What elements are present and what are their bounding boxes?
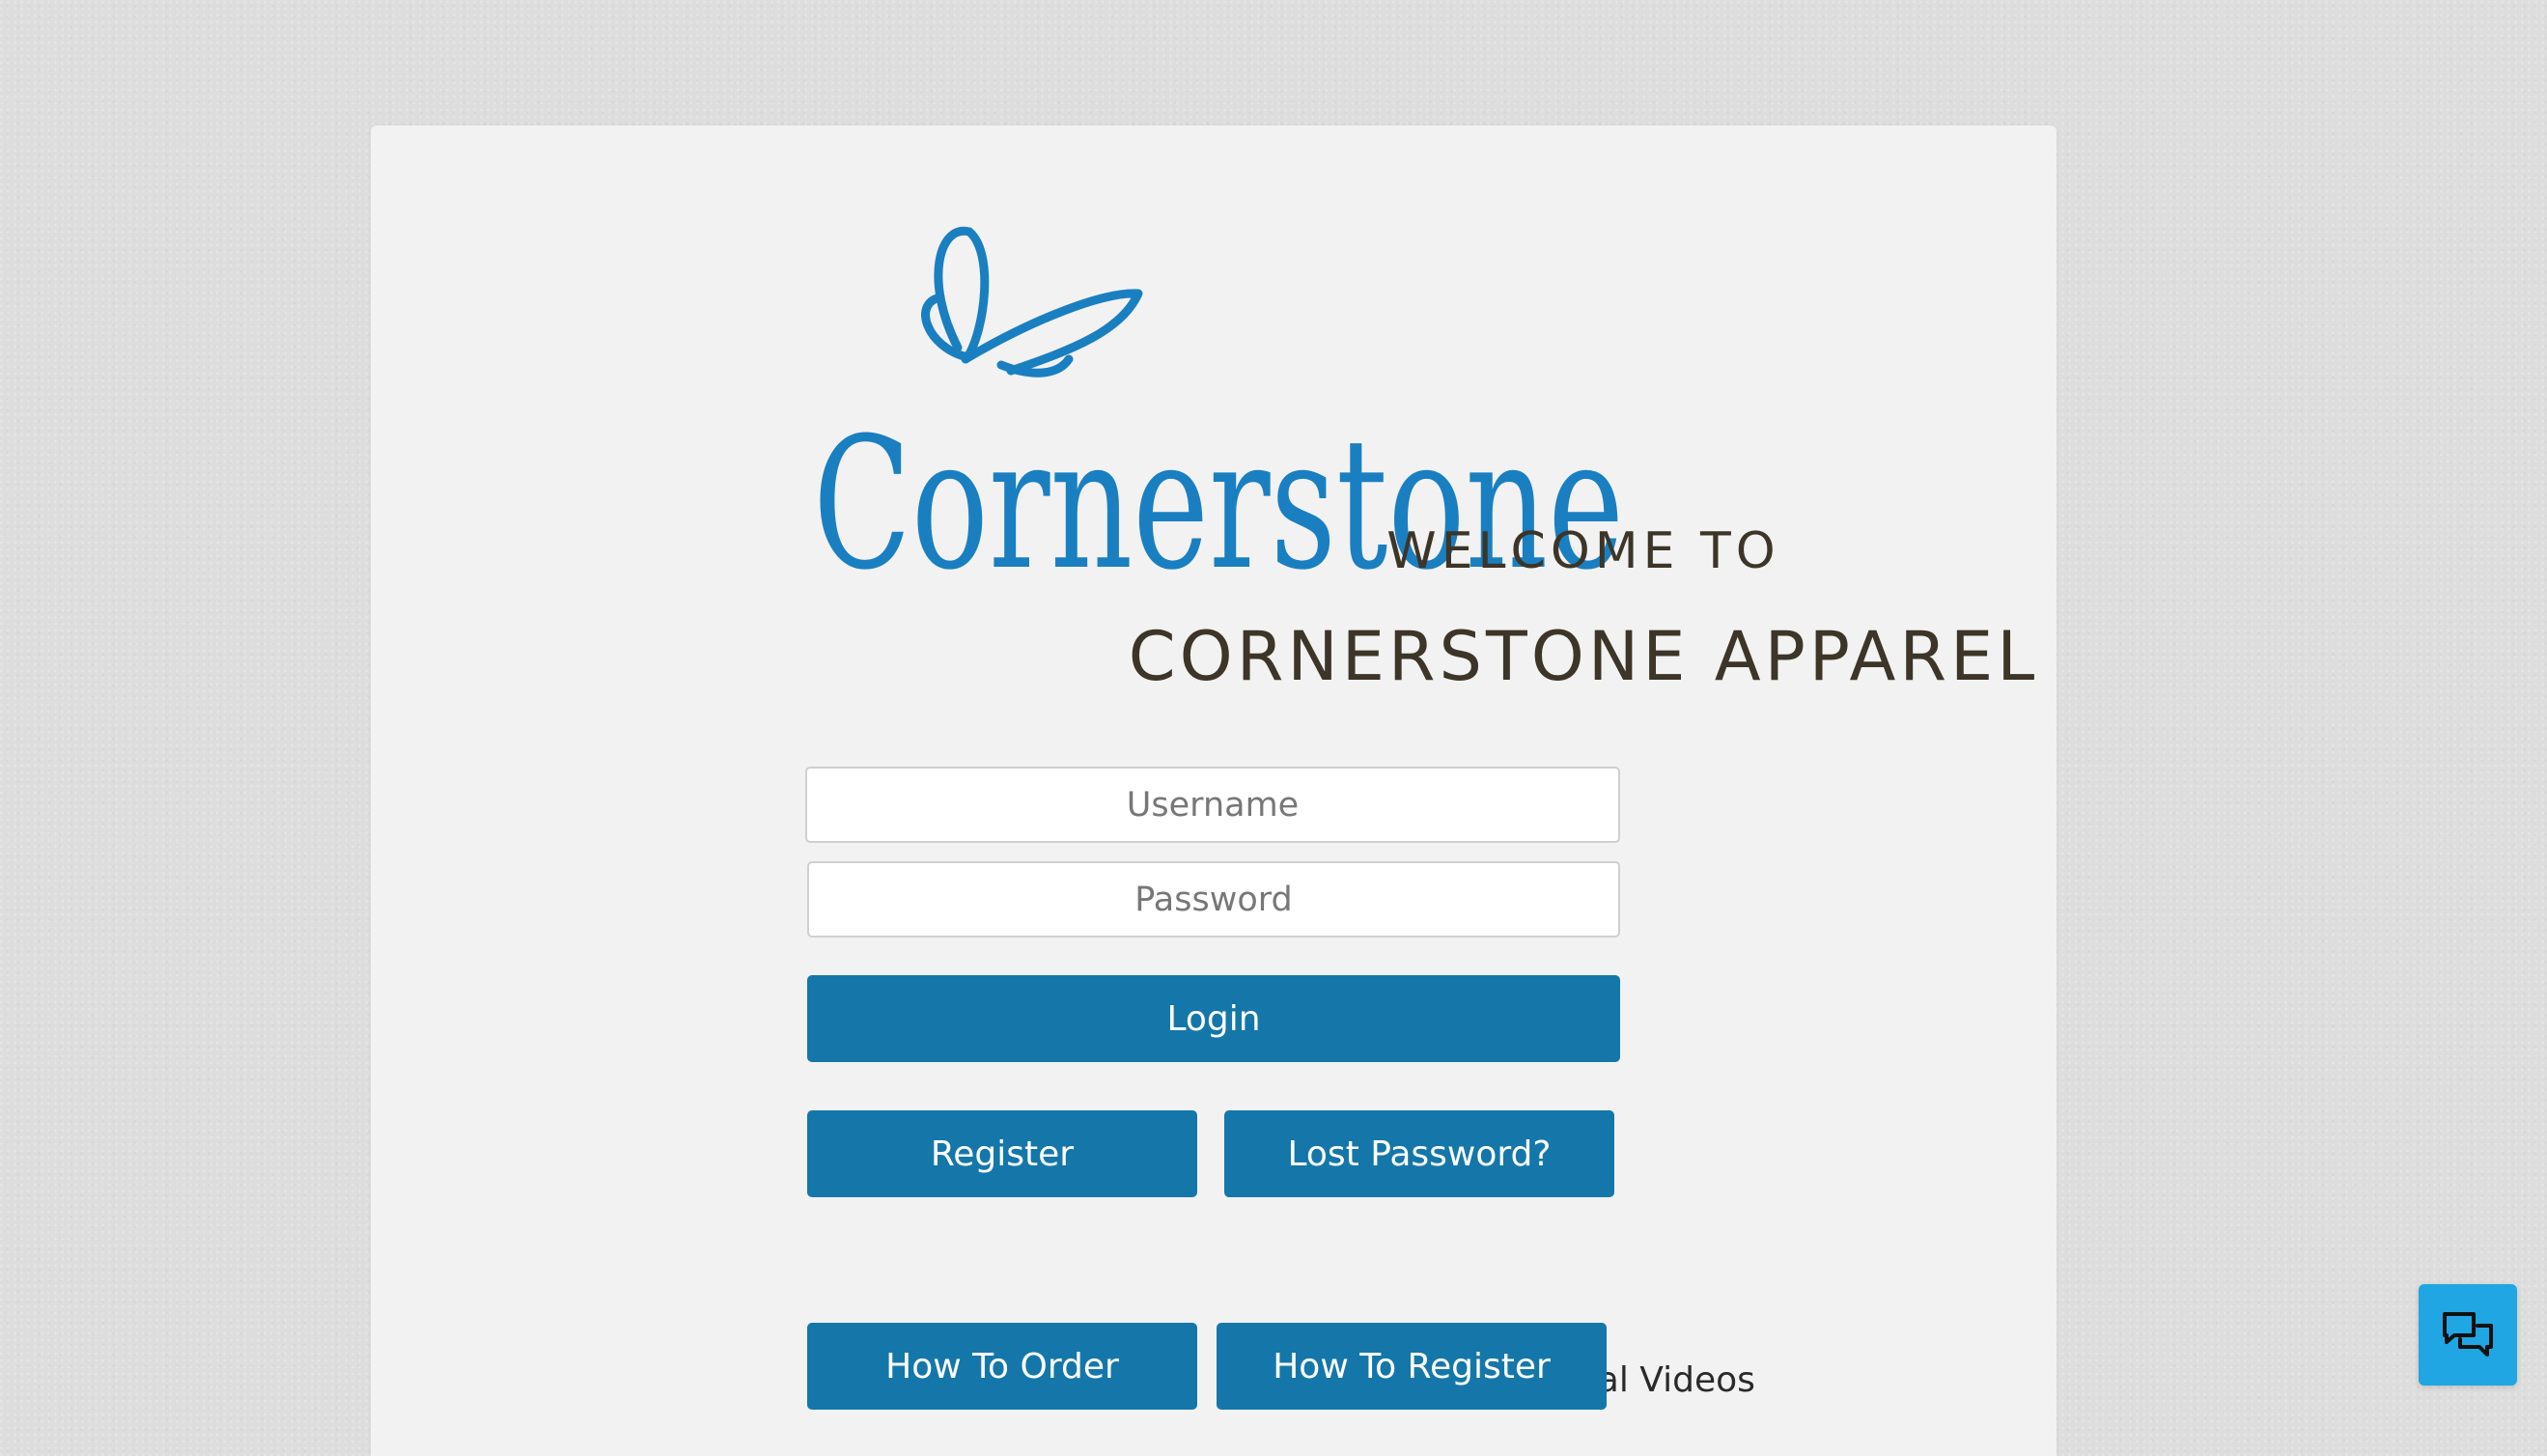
welcome-heading: WELCOME TO (1386, 522, 1780, 580)
register-button[interactable]: Register (807, 1110, 1197, 1197)
store-name-heading: CORNERSTONE APPAREL (1128, 617, 2039, 696)
login-card: Cornerstone WELCOME TO CORNERSTONE APPAR… (371, 126, 2057, 1456)
chat-button[interactable] (2419, 1284, 2517, 1386)
chat-bubbles-icon (2443, 1311, 2493, 1357)
login-button-label: Login (1166, 998, 1261, 1039)
how-to-order-button[interactable]: How To Order (807, 1323, 1197, 1410)
how-to-order-button-label: How To Order (885, 1346, 1119, 1386)
password-input[interactable] (807, 861, 1620, 938)
how-to-register-button[interactable]: How To Register (1217, 1323, 1607, 1410)
login-button[interactable]: Login (807, 975, 1620, 1062)
lost-password-button[interactable]: Lost Password? (1224, 1110, 1614, 1197)
cornerstone-logo: Cornerstone (813, 226, 1624, 581)
butterfly-icon (921, 226, 1143, 378)
username-input[interactable] (805, 767, 1620, 843)
how-to-register-button-label: How To Register (1273, 1346, 1551, 1386)
lost-password-button-label: Lost Password? (1287, 1134, 1552, 1174)
register-button-label: Register (930, 1134, 1075, 1174)
